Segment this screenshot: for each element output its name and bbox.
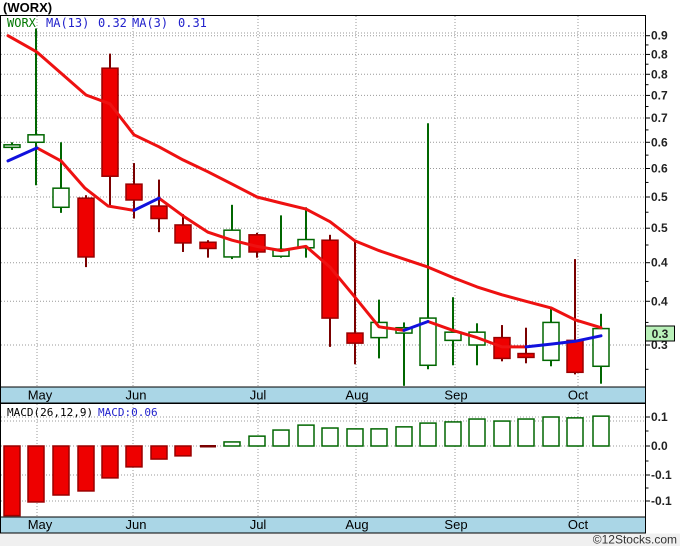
month-label: Aug <box>345 517 368 532</box>
month-label: Sep <box>444 517 467 532</box>
month-label: Jul <box>250 388 267 403</box>
candle-body <box>52 187 70 209</box>
price-axis-label: 0.8 <box>651 47 668 61</box>
month-label: Jun <box>126 517 147 532</box>
macd-bar <box>346 428 364 447</box>
macd-axis-label: -0.1 <box>651 468 672 482</box>
macd-bar <box>592 415 610 447</box>
candle-body <box>592 327 610 368</box>
macd-bar <box>468 418 486 447</box>
candle-body <box>248 234 266 253</box>
candle-body <box>174 224 192 244</box>
candle-body <box>77 197 95 258</box>
macd-bar <box>370 428 388 447</box>
month-band-price <box>0 386 646 404</box>
month-label: May <box>28 388 53 403</box>
candle-body <box>3 144 21 149</box>
month-band-macd <box>0 516 646 534</box>
macd-bar <box>125 445 143 468</box>
candle-body <box>321 239 339 319</box>
macd-bar <box>272 429 290 447</box>
price-axis: 0.9 0.8 0.8 0.7 0.7 0.6 0.6 0.5 0.5 0.4 0.4 0.3 <box>645 29 668 370</box>
worx-stock-chart: 0.9 0.8 0.8 0.7 0.7 0.6 0.6 0.5 0.5 0.4 0.4 0.30.3 0… <box>0 0 680 546</box>
macd-bar <box>200 445 216 448</box>
legend-ma13-value: 0.32 <box>98 16 127 30</box>
page-title: (WORX) <box>3 0 52 15</box>
macd-axis-label: 0.1 <box>651 410 668 424</box>
candle-body <box>199 241 217 250</box>
macd-axis-label: -0.1 <box>651 494 672 508</box>
price-axis-label: 0.5 <box>651 190 668 204</box>
month-label: Jul <box>250 517 267 532</box>
current-price-tag: 0.3 <box>645 325 675 342</box>
macd-bar <box>419 422 437 447</box>
price-axis-label: 0.5 <box>651 221 668 235</box>
candle-body <box>125 183 143 201</box>
macd-bar <box>150 445 168 460</box>
candle-body <box>346 332 364 344</box>
legend-ma3-label: MA(3) <box>132 16 168 30</box>
macd-bar <box>101 445 119 479</box>
macd-bar <box>77 445 95 492</box>
month-label: Aug <box>345 388 368 403</box>
macd-bar <box>517 418 535 447</box>
macd-bar <box>444 421 462 447</box>
month-label: Oct <box>568 388 589 403</box>
price-axis-label: 0.4 <box>651 256 668 270</box>
legend-ma3-value: 0.31 <box>178 16 207 30</box>
legend-ma13-label: MA(13) <box>46 16 89 30</box>
macd-bar <box>321 427 339 447</box>
macd-axis-label: 0.0 <box>651 439 668 453</box>
candle-body <box>223 229 241 258</box>
candle-body <box>27 134 45 144</box>
macd-bar <box>52 445 70 496</box>
footer-strip <box>0 533 680 546</box>
price-axis-label: 0.6 <box>651 161 668 175</box>
candle-body <box>150 205 168 220</box>
price-axis-label: 0.9 <box>651 29 668 43</box>
macd-bar <box>566 417 584 447</box>
price-axis-label: 0.7 <box>651 111 668 125</box>
macd-bar <box>27 445 45 503</box>
current-price-value: 0.3 <box>652 327 669 341</box>
price-axis-label: 0.4 <box>651 294 668 308</box>
candle-body <box>566 339 584 374</box>
macd-bar <box>3 445 21 517</box>
candle-body <box>517 352 535 359</box>
macd-legend-label: MACD(26,12,9) <box>7 406 93 419</box>
macd-bar <box>174 445 192 457</box>
price-axis-label: 0.7 <box>651 88 668 102</box>
watermark: ©12Stocks.com <box>593 533 677 546</box>
price-axis-label: 0.6 <box>651 135 668 149</box>
month-label: May <box>28 517 53 532</box>
macd-bar <box>297 424 315 447</box>
macd-bar <box>248 435 266 447</box>
macd-bar <box>395 426 413 447</box>
stock-chart-page: 0.9 0.8 0.8 0.7 0.7 0.6 0.6 0.5 0.5 0.4 0.4 0.3 0.3 0… <box>0 0 680 546</box>
candle-body <box>542 321 560 362</box>
macd-bar <box>542 416 560 447</box>
macd-legend-value: MACD:0.06 <box>98 406 158 419</box>
month-label: Jun <box>126 388 147 403</box>
month-label: Oct <box>568 517 589 532</box>
price-axis-label: 0.8 <box>651 67 668 81</box>
macd-bar <box>223 441 241 447</box>
macd-bar <box>493 420 511 447</box>
month-label: Sep <box>444 388 467 403</box>
macd-axis: 0.1 0.0 -0.1 -0.1 <box>645 410 672 508</box>
legend-symbol: WORX <box>7 16 37 30</box>
candle-body <box>101 67 119 177</box>
